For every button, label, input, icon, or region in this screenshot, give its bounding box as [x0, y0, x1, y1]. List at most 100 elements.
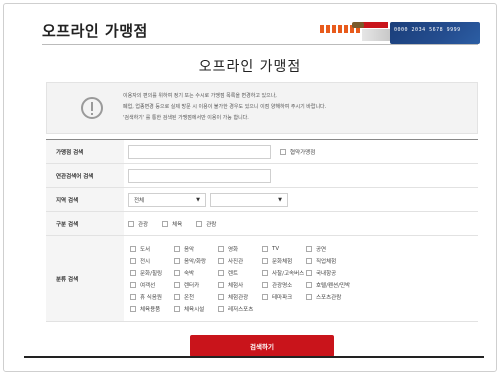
category-option[interactable]: 음악/화랑	[174, 257, 218, 265]
category-option[interactable]: 스포츠관람	[306, 293, 356, 301]
category-option[interactable]: 휴 식음원	[130, 293, 174, 301]
checkbox-icon	[130, 245, 136, 252]
category-option[interactable]: 여객선	[130, 281, 174, 289]
category-option[interactable]: TV	[262, 245, 306, 253]
checkbox-icon	[262, 269, 268, 276]
checkbox-icon	[306, 293, 312, 300]
category-option[interactable]: 전시	[130, 257, 174, 265]
exclamation-circle-icon	[81, 97, 103, 119]
notice-line: 이용자의 편의를 위하여 정기 또는 수시로 가맹점 목록을 변경하고 있으나,	[123, 93, 277, 99]
category-option[interactable]: 문화/힐링	[130, 269, 174, 277]
region-select-2[interactable]: ▼	[210, 192, 288, 207]
category-option-label: 온천	[184, 294, 195, 301]
region-row: 지역 검색 전체 ▼ ▼	[46, 188, 478, 212]
category-option[interactable]: 온천	[174, 293, 218, 301]
category-option-label: 여객선	[140, 282, 156, 289]
store-search-input[interactable]	[128, 144, 271, 159]
type-option-sports[interactable]: 체육	[162, 220, 182, 228]
checkbox-icon	[218, 257, 224, 264]
category-option-label: 영화	[228, 246, 239, 253]
category-option-label: 체육용품	[140, 306, 161, 313]
category-option[interactable]: 체육시설	[174, 305, 218, 313]
checkbox-icon	[130, 305, 136, 312]
type-option-label: 관광	[138, 221, 149, 228]
checkbox-icon	[174, 293, 180, 300]
category-option[interactable]: 도서	[130, 245, 174, 253]
category-option[interactable]: 국내항공	[306, 269, 356, 277]
category-option-label: 호텔/펜션/민박	[316, 282, 351, 289]
category-option[interactable]: 영화	[218, 245, 262, 253]
category-option[interactable]: 숙박	[174, 269, 218, 277]
region-select-1[interactable]: 전체 ▼	[128, 192, 206, 207]
category-row: 분류 검색 도서 음악 영화 TV 공연전시 음악/화랑 사진관 문화체험 직업체험문화/힐링 숙…	[46, 236, 478, 322]
category-option-label: 문화/힐링	[140, 270, 163, 277]
notice-box: 이용자의 편의를 위하여 정기 또는 수시로 가맹점 목록을 변경하고 있으나,…	[46, 82, 478, 134]
header-divider	[42, 44, 478, 45]
category-option[interactable]: 직업체험	[306, 257, 356, 265]
category-option[interactable]: 음악	[174, 245, 218, 253]
partner-store-checkbox[interactable]: 협약가맹점	[280, 148, 315, 156]
region-select-1-value: 전체	[134, 197, 145, 204]
checkbox-icon	[218, 293, 224, 300]
category-option-label: 렌트	[228, 270, 239, 277]
category-option[interactable]: 체험관광	[218, 293, 262, 301]
checkbox-icon	[162, 220, 169, 227]
region-cell: 전체 ▼ ▼	[124, 188, 478, 211]
checkbox-icon	[262, 245, 268, 252]
category-option-label: 스포츠관람	[316, 294, 342, 301]
category-option-label: 휴 식음원	[140, 294, 162, 301]
page-frame: 오프라인 가맹점 0000 2034 5678 9999 오프라인 가맹점 이용…	[3, 3, 497, 372]
chevron-down-icon: ▼	[278, 196, 282, 203]
category-option[interactable]: 사진관	[218, 257, 262, 265]
store-search-cell: 협약가맹점	[124, 140, 478, 163]
checkbox-icon	[196, 220, 203, 227]
card-banner-image: 0000 2034 5678 9999	[320, 22, 480, 44]
header: 오프라인 가맹점 0000 2034 5678 9999	[4, 4, 496, 44]
checkbox-icon	[262, 281, 268, 288]
category-label: 분류 검색	[46, 236, 124, 321]
checkbox-icon	[280, 148, 286, 155]
checkbox-icon	[174, 281, 180, 288]
category-cell: 도서 음악 영화 TV 공연전시 음악/화랑 사진관 문화체험 직업체험문화/힐링 숙박 렌트 사찰/…	[124, 236, 478, 321]
category-option-label: 사찰/고속버스	[272, 270, 305, 277]
header-title: 오프라인 가맹점	[42, 22, 148, 40]
category-option[interactable]: 레저스포츠	[218, 305, 262, 313]
category-option[interactable]: 사찰/고속버스	[262, 269, 306, 277]
category-option[interactable]: 체육용품	[130, 305, 174, 313]
hand-icon	[352, 22, 364, 28]
type-search-label: 구분 검색	[46, 212, 124, 235]
checkbox-icon	[174, 257, 180, 264]
search-button[interactable]: 검색하기	[190, 335, 334, 357]
checkbox-icon	[130, 281, 136, 288]
checkbox-icon	[130, 269, 136, 276]
type-option-label: 관람	[206, 221, 217, 228]
category-option-label: 문화체험	[272, 258, 293, 265]
type-option-label: 체육	[172, 221, 183, 228]
checkbox-icon	[262, 257, 268, 264]
category-option[interactable]: 호텔/펜션/민박	[306, 281, 356, 289]
category-option-label: TV	[272, 245, 280, 252]
category-option[interactable]: 렌트	[218, 269, 262, 277]
checkbox-icon	[174, 305, 180, 312]
category-option-label: 직업체험	[316, 258, 337, 265]
category-option[interactable]: 문화체험	[262, 257, 306, 265]
category-option[interactable]: 체험사	[218, 281, 262, 289]
category-option[interactable]: 공연	[306, 245, 356, 253]
category-option-label: 공연	[316, 246, 327, 253]
checkbox-icon	[130, 257, 136, 264]
category-option-label: 체육시설	[184, 306, 205, 313]
category-option-label: 사진관	[228, 258, 244, 265]
type-option-tour[interactable]: 관광	[128, 220, 148, 228]
chevron-down-icon: ▼	[196, 196, 200, 203]
category-option[interactable]: 렌터카	[174, 281, 218, 289]
category-option-label: 관광명소	[272, 282, 293, 289]
region-label: 지역 검색	[46, 188, 124, 211]
category-option[interactable]: 관광명소	[262, 281, 306, 289]
checkbox-icon	[306, 269, 312, 276]
category-option-label: 렌터카	[184, 282, 200, 289]
card-number: 0000 2034 5678 9999	[394, 27, 461, 33]
checkbox-icon	[174, 269, 180, 276]
type-option-viewing[interactable]: 관람	[196, 220, 216, 228]
category-option[interactable]: 테마파크	[262, 293, 306, 301]
related-search-input[interactable]	[128, 168, 271, 183]
